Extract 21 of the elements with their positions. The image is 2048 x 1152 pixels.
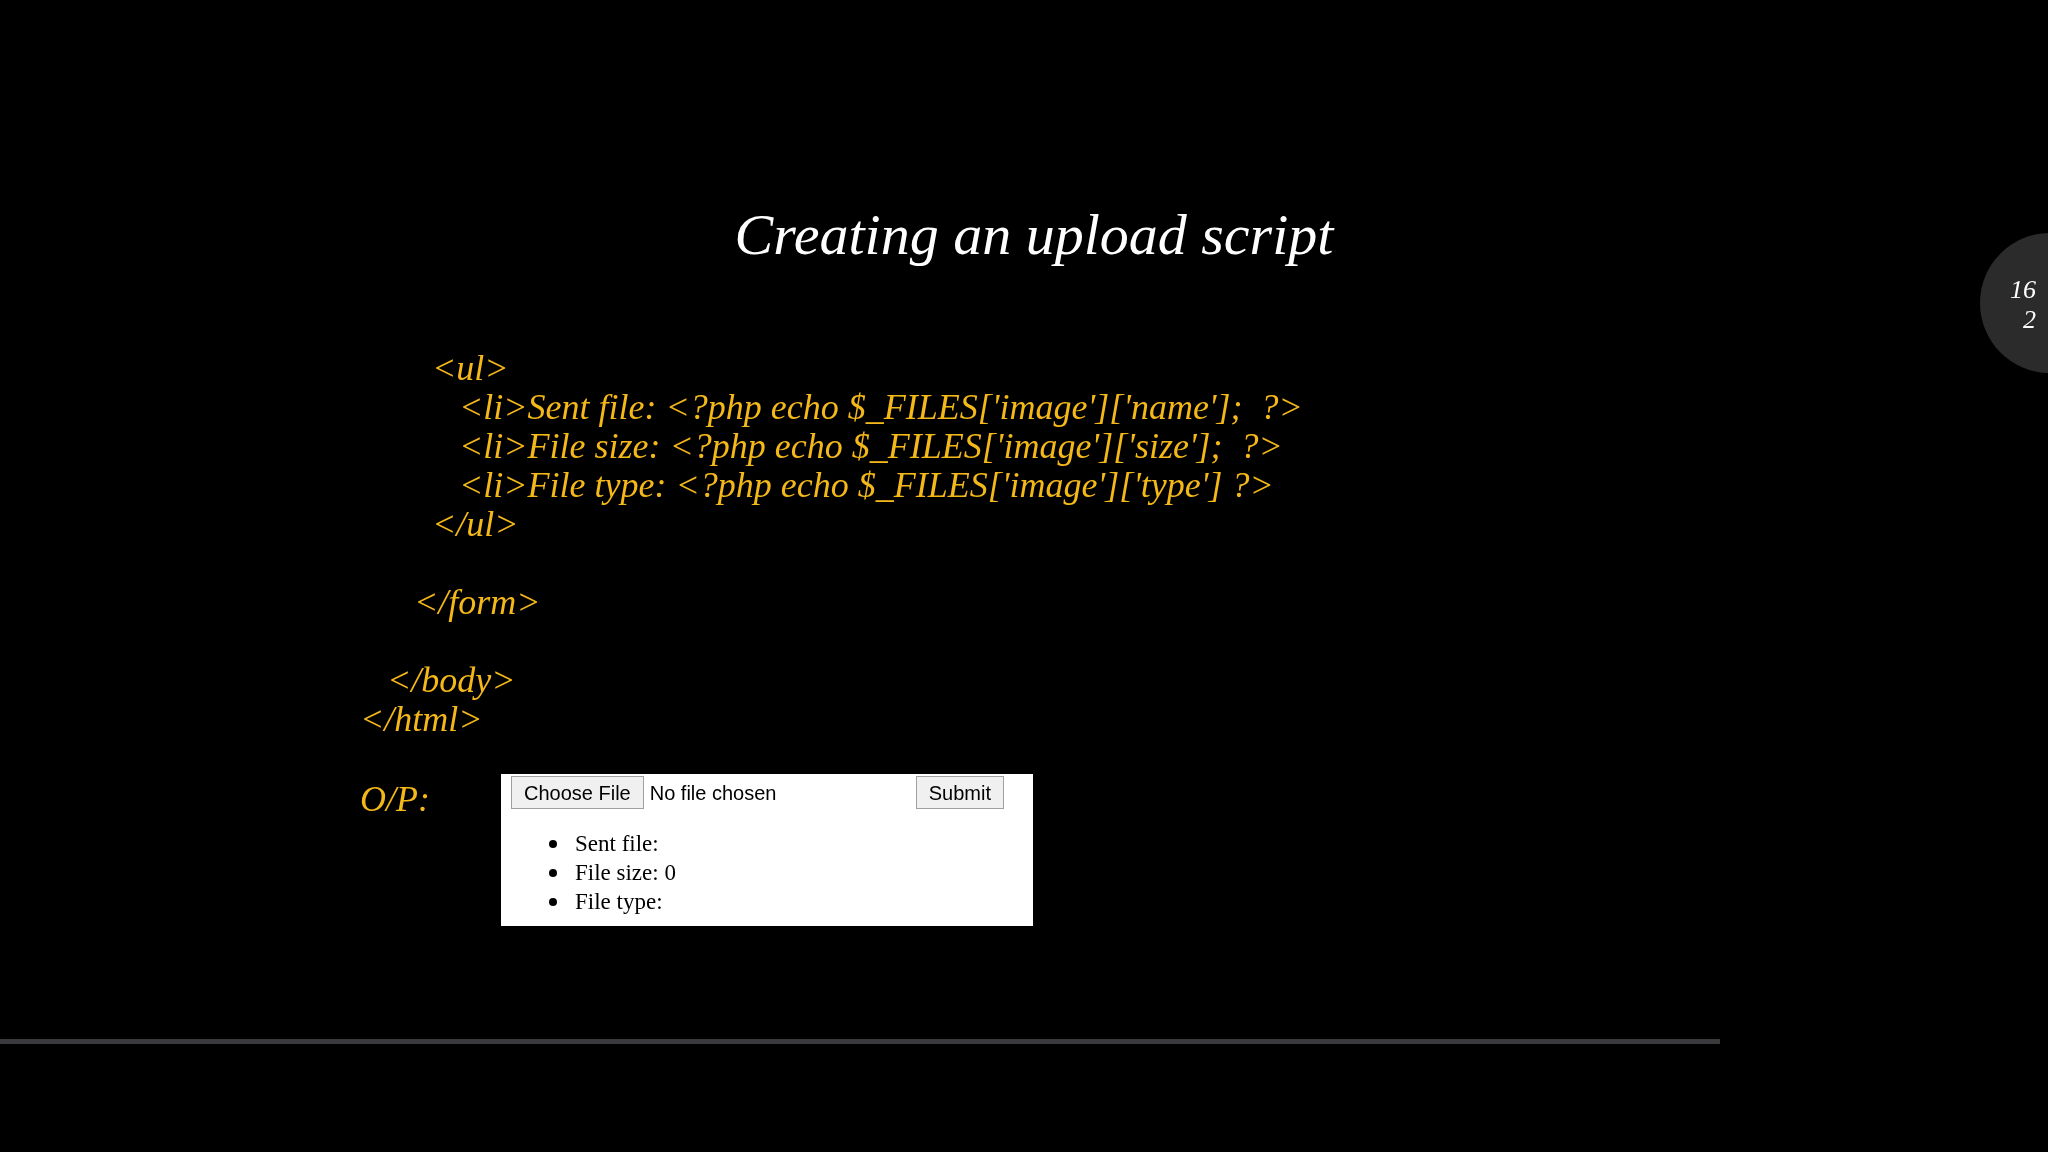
choose-file-button[interactable]: Choose File xyxy=(511,776,644,809)
file-status: No file chosen xyxy=(649,780,778,806)
code-line: </ul> xyxy=(431,505,519,544)
code-line: <li>File size: <?php echo $_FILES['image']['size']; ?> xyxy=(458,427,1283,466)
page-number: 16 xyxy=(2009,275,2036,305)
code-line: <li>File type: <?php echo $_FILES['image']['type'] ?> xyxy=(458,466,1274,505)
bullet-icon xyxy=(549,868,557,877)
slide-title: Creating an upload script xyxy=(734,201,1334,269)
bullet-icon xyxy=(549,897,557,906)
code-line: <li>Sent file: <?php echo $_FILES['image']['name']; ?> xyxy=(458,388,1303,427)
result-item: Sent file: xyxy=(575,830,659,858)
bullet-icon xyxy=(549,839,557,848)
submit-button[interactable]: Submit xyxy=(915,776,1004,809)
page-number: 2 xyxy=(2022,305,2036,335)
result-item: File size: 0 xyxy=(575,859,676,887)
code-line: </form> xyxy=(413,583,541,622)
code-line: </body> xyxy=(386,661,516,700)
code-line: <ul> xyxy=(431,349,509,388)
result-item: File type: xyxy=(575,888,663,916)
output-label: O/P: xyxy=(360,778,431,821)
code-line: </html> xyxy=(360,700,483,739)
